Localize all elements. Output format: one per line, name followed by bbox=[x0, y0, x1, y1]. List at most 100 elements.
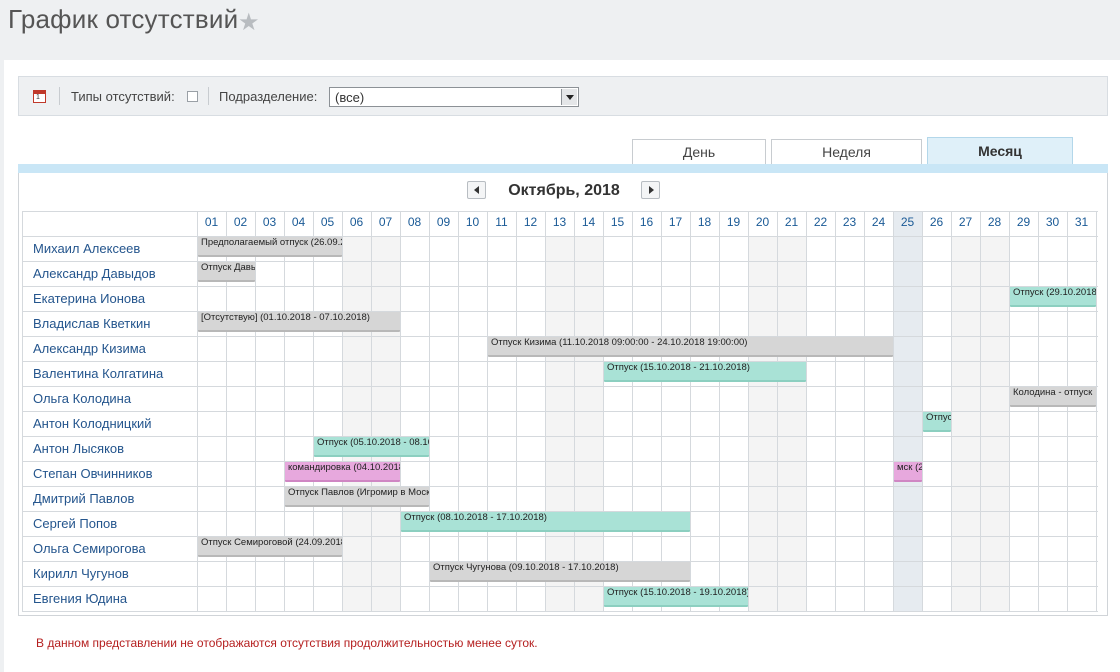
footer-note: В данном представлении не отображаются о… bbox=[36, 636, 538, 650]
weekend-column bbox=[748, 236, 777, 611]
absence-bar[interactable]: Отпуск bbox=[923, 412, 951, 432]
absence-grid: 01 02 03 04 05 06 07 08 09 10 11 12 13 14 15 16 17 18 19 20… bbox=[22, 211, 1098, 612]
day-header[interactable]: 16 bbox=[632, 215, 661, 229]
weekend-column bbox=[777, 236, 806, 611]
employee-name-link[interactable]: Михаил Алексеев bbox=[33, 241, 140, 256]
day-header[interactable]: 05 bbox=[313, 215, 342, 229]
employee-name-link[interactable]: Валентина Колгатина bbox=[33, 366, 163, 381]
weekend-column bbox=[980, 236, 1009, 611]
employee-name-link[interactable]: Сергей Попов bbox=[33, 516, 117, 531]
grid-line bbox=[22, 211, 1098, 212]
absence-types-checkbox[interactable] bbox=[187, 91, 198, 102]
day-header[interactable]: 11 bbox=[487, 215, 516, 229]
day-header[interactable]: 24 bbox=[864, 215, 893, 229]
absence-bar[interactable]: Отпуск Кизима (11.10.2018 09:00:00 - 24.… bbox=[488, 337, 893, 357]
employee-name-link[interactable]: Ольга Колодина bbox=[33, 391, 131, 406]
next-month-button[interactable] bbox=[641, 181, 660, 199]
absence-bar[interactable]: Отпуск (05.10.2018 - 08.10.2018) bbox=[314, 437, 429, 457]
filter-toolbar: 1 Типы отсутствий: Подразделение: (все) bbox=[18, 76, 1108, 116]
day-header[interactable]: 15 bbox=[603, 215, 632, 229]
employee-name-link[interactable]: Владислав Кветкин bbox=[33, 316, 150, 331]
tab-week[interactable]: Неделя bbox=[771, 139, 922, 164]
weekend-column bbox=[545, 236, 574, 611]
day-header[interactable]: 10 bbox=[458, 215, 487, 229]
grid-line bbox=[22, 611, 1098, 612]
tab-day[interactable]: День bbox=[632, 139, 766, 164]
day-header[interactable]: 27 bbox=[951, 215, 980, 229]
grid-line bbox=[22, 536, 1098, 537]
weekend-column bbox=[342, 236, 371, 611]
weekend-column bbox=[371, 236, 400, 611]
division-select[interactable]: (все) bbox=[329, 87, 579, 107]
absence-bar[interactable]: Отпуск (15.10.2018 - 19.10.2018) bbox=[604, 587, 748, 607]
day-header[interactable]: 30 bbox=[1038, 215, 1067, 229]
page-title: График отсутствий bbox=[8, 4, 239, 34]
day-header[interactable]: 25 bbox=[893, 215, 922, 229]
chevron-down-icon[interactable] bbox=[561, 89, 577, 105]
day-header[interactable]: 26 bbox=[922, 215, 951, 229]
grid-line bbox=[22, 586, 1098, 587]
employee-name-link[interactable]: Дмитрий Павлов bbox=[33, 491, 134, 506]
employee-name-link[interactable]: Ольга Семирогова bbox=[33, 541, 146, 556]
day-header[interactable]: 20 bbox=[748, 215, 777, 229]
absence-types-label: Типы отсутствий: bbox=[71, 89, 175, 104]
title-bar: График отсутствий ★ bbox=[0, 0, 1120, 60]
grid-line bbox=[22, 261, 1098, 262]
division-select-value: (все) bbox=[335, 90, 365, 105]
grid-line bbox=[22, 461, 1098, 462]
day-header[interactable]: 28 bbox=[980, 215, 1009, 229]
employee-name-link[interactable]: Екатерина Ионова bbox=[33, 291, 145, 306]
month-title: Октябрь, 2018 bbox=[508, 182, 620, 199]
grid-line bbox=[22, 311, 1098, 312]
day-header[interactable]: 23 bbox=[835, 215, 864, 229]
employee-name-link[interactable]: Степан Овчинников bbox=[33, 466, 153, 481]
employee-name-link[interactable]: Кирилл Чугунов bbox=[33, 566, 129, 581]
grid-line bbox=[22, 386, 1098, 387]
day-header[interactable]: 02 bbox=[226, 215, 255, 229]
day-header[interactable]: 22 bbox=[806, 215, 835, 229]
grid-line bbox=[22, 486, 1098, 487]
absence-bar[interactable]: Отпуск Павлов (Игромир в Москве) bbox=[285, 487, 429, 507]
employee-name-link[interactable]: Евгения Юдина bbox=[33, 591, 127, 606]
employee-name-link[interactable]: Антон Лысяков bbox=[33, 441, 124, 456]
day-header[interactable]: 04 bbox=[284, 215, 313, 229]
day-header[interactable]: 31 bbox=[1067, 215, 1096, 229]
day-header[interactable]: 07 bbox=[371, 215, 400, 229]
absence-bar[interactable]: Отпуск Семироговой (24.09.2018) bbox=[198, 537, 342, 557]
favorite-star-icon[interactable]: ★ bbox=[238, 8, 260, 37]
day-header[interactable]: 29 bbox=[1009, 215, 1038, 229]
day-header[interactable]: 19 bbox=[719, 215, 748, 229]
employee-name-link[interactable]: Александр Давыдов bbox=[33, 266, 156, 281]
tab-month[interactable]: Месяц bbox=[927, 137, 1073, 165]
absence-bar[interactable]: Отпуск Чугунова (09.10.2018 - 17.10.2018… bbox=[430, 562, 690, 582]
weekend-column bbox=[574, 236, 603, 611]
day-header[interactable]: 17 bbox=[661, 215, 690, 229]
day-header[interactable]: 09 bbox=[429, 215, 458, 229]
absence-bar[interactable]: Отпуск (08.10.2018 - 17.10.2018) bbox=[401, 512, 690, 532]
weekend-column bbox=[951, 236, 980, 611]
toolbar-divider bbox=[208, 87, 209, 105]
absence-bar[interactable]: Отпуск Давыдова bbox=[198, 262, 255, 282]
grid-line bbox=[22, 361, 1098, 362]
absence-bar[interactable]: Колодина - отпуск bbox=[1010, 387, 1096, 407]
absence-bar[interactable]: [Отсутствую] (01.10.2018 - 07.10.2018) bbox=[198, 312, 400, 332]
day-header[interactable]: 12 bbox=[516, 215, 545, 229]
employee-name-link[interactable]: Антон Колодницкий bbox=[33, 416, 152, 431]
day-header[interactable]: 18 bbox=[690, 215, 719, 229]
calendar-icon[interactable]: 1 bbox=[33, 90, 46, 103]
day-header[interactable]: 14 bbox=[574, 215, 603, 229]
day-header[interactable]: 13 bbox=[545, 215, 574, 229]
day-header[interactable]: 06 bbox=[342, 215, 371, 229]
absence-bar[interactable]: командировка (04.10.2018) bbox=[285, 462, 400, 482]
grid-line bbox=[22, 436, 1098, 437]
absence-bar[interactable]: Отпуск (29.10.2018 - ...) bbox=[1010, 287, 1096, 307]
absence-bar[interactable]: Отпуск (15.10.2018 - 21.10.2018) bbox=[604, 362, 806, 382]
absence-bar[interactable]: мск (25.10.2018) bbox=[894, 462, 922, 482]
day-header[interactable]: 01 bbox=[197, 215, 226, 229]
day-header[interactable]: 03 bbox=[255, 215, 284, 229]
day-header[interactable]: 08 bbox=[400, 215, 429, 229]
day-header[interactable]: 21 bbox=[777, 215, 806, 229]
absence-bar[interactable]: Предполагаемый отпуск (26.09.2018 - 05.1… bbox=[198, 237, 342, 257]
employee-name-link[interactable]: Александр Кизима bbox=[33, 341, 146, 356]
tab-underline bbox=[18, 164, 1108, 173]
